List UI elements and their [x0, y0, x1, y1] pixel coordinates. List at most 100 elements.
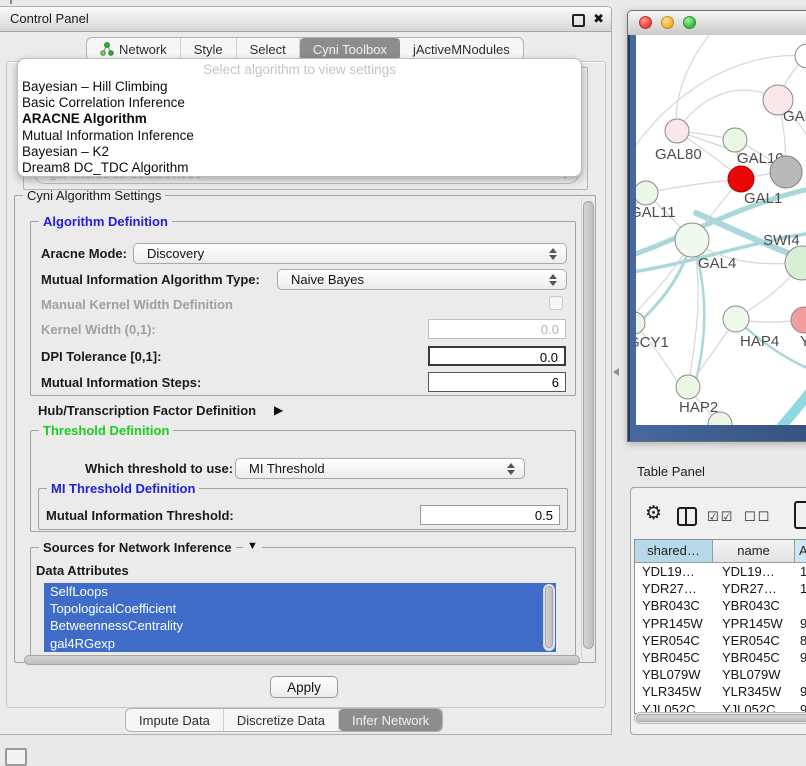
close-icon[interactable]: ✖: [593, 11, 604, 27]
algorithm-option[interactable]: Basic Correlation Inference: [22, 95, 577, 111]
tab-infer-network[interactable]: Infer Network: [339, 709, 442, 731]
group-title: MI Threshold Definition: [47, 481, 199, 496]
tab-impute-data[interactable]: Impute Data: [126, 709, 224, 731]
node-table: shared… name A YDL19…YDL19…13YDR27…YDR27…: [634, 539, 806, 714]
control-panel-window: Control Panel ✖ Network Style Select: [0, 6, 612, 735]
network-node-label: SWI4: [763, 232, 800, 249]
tab-select[interactable]: Select: [237, 38, 300, 60]
panel-resize-handle[interactable]: [613, 368, 619, 376]
table-cell: YER054C: [635, 632, 713, 649]
close-traffic-light-icon[interactable]: [639, 16, 652, 29]
unchecked-boxes-icon[interactable]: ☐☐: [744, 509, 771, 525]
network-node[interactable]: [676, 375, 700, 399]
table-row[interactable]: YBR043CYBR043C: [635, 597, 806, 614]
network-node[interactable]: [665, 119, 689, 143]
settings-vscrollbar-thumb[interactable]: [583, 201, 594, 649]
attributes-vscrollbar[interactable]: [543, 584, 555, 651]
attributes-vscrollbar-thumb[interactable]: [545, 586, 553, 648]
table-row[interactable]: YDR27…YDR27…12: [635, 580, 806, 597]
network-edge: [688, 240, 698, 387]
network-edge: [646, 179, 741, 193]
mi-type-combobox[interactable]: Naive Bayes: [277, 269, 567, 290]
network-node[interactable]: [636, 312, 645, 334]
table-cell: [795, 666, 806, 683]
table-cell: [795, 597, 806, 614]
attribute-item[interactable]: SelfLoops: [44, 583, 556, 600]
gear-icon[interactable]: ⚙: [645, 502, 662, 525]
tab-cyni-toolbox[interactable]: Cyni Toolbox: [300, 38, 400, 60]
algorithm-option[interactable]: Dream8 DC_TDC Algorithm: [22, 160, 577, 176]
which-threshold-combobox[interactable]: MI Threshold: [235, 458, 525, 479]
network-node[interactable]: [795, 44, 806, 68]
table-row[interactable]: YBL079WYBL079W: [635, 666, 806, 683]
node-table-body: YDL19…YDL19…13YDR27…YDR27…12YBR043CYBR04…: [635, 563, 806, 713]
algorithm-option[interactable]: Bayesian – K2: [22, 144, 577, 160]
network-node-label: HAP2: [679, 399, 718, 416]
algorithm-option[interactable]: ARACNE Algorithm: [22, 111, 577, 127]
algorithm-option[interactable]: Mutual Information Inference: [22, 128, 577, 144]
table-cell: YPR145W: [713, 615, 795, 632]
mi-steps-field[interactable]: 6: [428, 372, 566, 392]
algorithm-option[interactable]: Bayesian – Hill Climbing: [22, 79, 577, 95]
dpi-tolerance-field[interactable]: 0.0: [428, 346, 566, 366]
table-hscrollbar[interactable]: [634, 712, 806, 724]
settings-hscrollbar-thumb[interactable]: [24, 655, 580, 665]
table-cell: 12: [795, 580, 806, 597]
table-panel-title: Table Panel: [637, 464, 705, 479]
apply-button[interactable]: Apply: [270, 676, 338, 698]
attribute-item[interactable]: gal4RGexp: [44, 635, 556, 652]
network-node[interactable]: [791, 307, 806, 333]
settings-vscrollbar[interactable]: [581, 197, 595, 661]
table-hscrollbar-thumb[interactable]: [636, 714, 806, 722]
table-row[interactable]: YLR345WYLR345W9.: [635, 683, 806, 700]
table-row[interactable]: YBR045CYBR045C9.: [635, 649, 806, 666]
table-row[interactable]: YPR145WYPR145W9.: [635, 615, 806, 632]
mi-threshold-field[interactable]: 0.5: [420, 505, 560, 525]
network-node[interactable]: [675, 223, 709, 257]
table-cell: 8.: [795, 632, 806, 649]
network-node[interactable]: [636, 181, 658, 205]
minimize-traffic-light-icon[interactable]: [661, 16, 674, 29]
algorithm-dropdown[interactable]: Select algorithm to view settings Bayesi…: [17, 58, 582, 177]
table-cell: 13: [795, 563, 806, 580]
network-window-titlebar[interactable]: [628, 11, 806, 36]
columns-icon[interactable]: [677, 507, 697, 526]
data-attributes-label: Data Attributes: [36, 563, 129, 578]
table-row[interactable]: YDL19…YDL19…13: [635, 563, 806, 580]
tab-network[interactable]: Network: [87, 38, 181, 60]
float-window-corner-icon[interactable]: [5, 748, 27, 766]
network-node-label: GAL11: [636, 204, 676, 221]
tab-style[interactable]: Style: [181, 38, 237, 60]
network-node[interactable]: [723, 306, 749, 332]
column-header-shared-name[interactable]: shared…: [635, 540, 713, 562]
network-edge: [676, 35, 716, 131]
tab-jactivemnodules[interactable]: jActiveMNodules: [400, 38, 523, 60]
network-node[interactable]: [770, 156, 802, 188]
aracne-mode-label: Aracne Mode:: [41, 246, 127, 261]
mi-steps-label: Mutual Information Steps:: [41, 375, 201, 390]
checked-boxes-icon[interactable]: ☑☑: [707, 509, 734, 525]
aracne-mode-combobox[interactable]: Discovery: [133, 243, 567, 264]
column-header-partial[interactable]: A: [795, 540, 806, 562]
data-attributes-list[interactable]: SelfLoopsTopologicalCoefficientBetweenne…: [44, 583, 556, 652]
network-node[interactable]: [723, 128, 747, 152]
attribute-item[interactable]: BetweennessCentrality: [44, 617, 556, 634]
control-panel-titlebar[interactable]: Control Panel ✖: [0, 7, 611, 32]
column-header-name[interactable]: name: [713, 540, 795, 562]
network-canvas[interactable]: GALGAL80GAL10GAL1GAL11SWI4GAL4GCY1HAP4YH…: [636, 35, 806, 425]
page-icon[interactable]: [794, 501, 806, 529]
zoom-traffic-light-icon[interactable]: [683, 16, 696, 29]
table-cell: YLR345W: [635, 683, 713, 700]
manual-kernel-checkbox[interactable]: [549, 296, 563, 310]
hub-section-label[interactable]: Hub/Transcription Factor Definition: [38, 403, 256, 418]
expand-arrow-icon[interactable]: ▶: [274, 403, 283, 417]
network-node[interactable]: [728, 166, 754, 192]
table-row[interactable]: YER054CYER054C8.: [635, 632, 806, 649]
dropdown-placeholder: Select algorithm to view settings: [18, 62, 581, 77]
collapse-arrow-icon[interactable]: ▼: [243, 540, 262, 552]
attribute-item[interactable]: TopologicalCoefficient: [44, 600, 556, 617]
kernel-width-field[interactable]: 0.0: [428, 319, 566, 339]
tab-discretize-data[interactable]: Discretize Data: [224, 709, 339, 731]
tab-label: Style: [194, 42, 223, 57]
float-panel-icon[interactable]: [572, 14, 585, 27]
